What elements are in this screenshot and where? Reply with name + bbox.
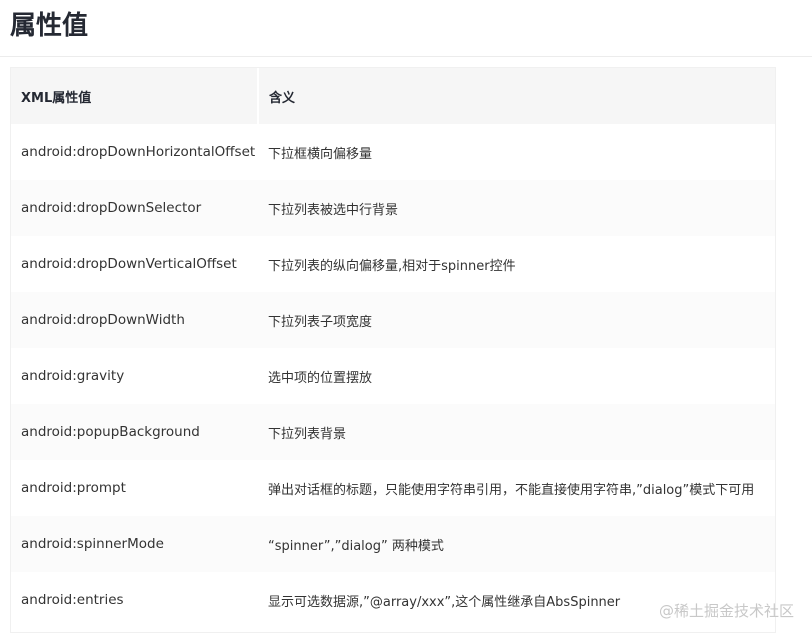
attribute-meaning-cell: 下拉列表背景 — [258, 404, 775, 460]
table-row: android:dropDownWidth 下拉列表子项宽度 — [11, 292, 775, 348]
attribute-meaning-cell: 下拉列表子项宽度 — [258, 292, 775, 348]
table-row: android:gravity 选中项的位置摆放 — [11, 348, 775, 404]
table-header-row: XML属性值 含义 — [11, 68, 775, 124]
attribute-name-cell: android:spinnerMode — [11, 516, 258, 572]
attribute-name-cell: android:entries — [21, 592, 124, 608]
column-header-meaning: 含义 — [258, 68, 775, 124]
column-header-xml-attribute: XML属性值 — [11, 68, 259, 124]
title-divider — [0, 56, 812, 57]
table-row: android:dropDownVerticalOffset 下拉列表的纵向偏移… — [11, 236, 775, 292]
page-title: 属性值 — [10, 11, 89, 41]
attribute-meaning-cell: 选中项的位置摆放 — [268, 370, 373, 386]
attribute-name-cell: android:popupBackground — [11, 404, 258, 460]
attribute-name-cell: android:dropDownSelector — [11, 180, 258, 236]
table-row: android:popupBackground 下拉列表背景 — [11, 404, 775, 460]
attribute-meaning-cell: 弹出对话框的标题，只能使用字符串引用，不能直接使用字符串,”dialog”模式下… — [268, 482, 755, 498]
attribute-name-cell: android:dropDownHorizontalOffset — [21, 144, 256, 160]
table-row: android:dropDownSelector 下拉列表被选中行背景 — [11, 180, 775, 236]
table-row: android:prompt 弹出对话框的标题，只能使用字符串引用，不能直接使用… — [11, 460, 775, 516]
attribute-meaning-cell: “spinner”,”dialog” 两种模式 — [258, 516, 775, 572]
attribute-table: XML属性值 含义 android:dropDownHorizontalOffs… — [10, 67, 776, 633]
attribute-name-cell: android:dropDownVerticalOffset — [21, 256, 237, 272]
attribute-meaning-cell: 下拉列表的纵向偏移量,相对于spinner控件 — [268, 258, 516, 274]
attribute-name-cell: android:gravity — [21, 368, 125, 384]
attribute-meaning-cell: 下拉框横向偏移量 — [268, 146, 373, 162]
site-watermark: @稀土掘金技术社区 — [658, 602, 794, 620]
table-row: android:spinnerMode “spinner”,”dialog” 两… — [11, 516, 775, 572]
attribute-name-cell: android:dropDownWidth — [11, 292, 258, 348]
attribute-name-cell: android:prompt — [21, 480, 126, 496]
table-row: android:dropDownHorizontalOffset 下拉框横向偏移… — [11, 124, 775, 180]
attribute-meaning-cell: 下拉列表被选中行背景 — [258, 180, 775, 236]
